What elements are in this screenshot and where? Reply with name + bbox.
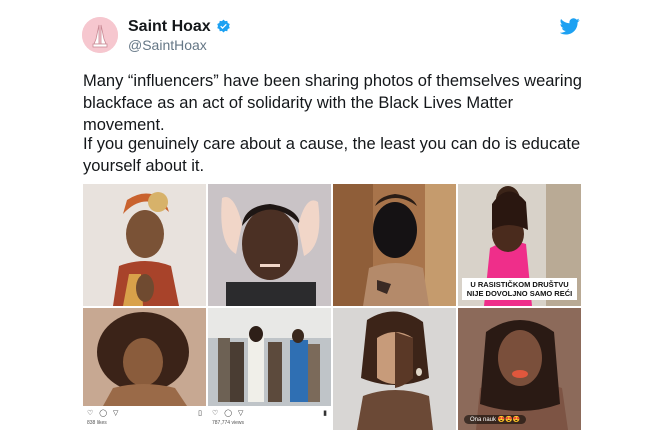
- author-name-row[interactable]: Saint Hoax: [128, 17, 231, 36]
- photo-3-image: [333, 184, 456, 306]
- photo-8-image: [458, 308, 581, 430]
- media-photo-6[interactable]: ♡ ◯ ▽ ▮ 787,774 views: [208, 308, 331, 430]
- photo-4-caption: U RASISTIČKOM DRUŠTVU NIJE DOVOLJNO SAMO…: [462, 278, 577, 300]
- photo-5-like-icon: ♡ ◯ ▽: [87, 410, 121, 417]
- avatar[interactable]: [82, 17, 118, 53]
- photo-2-image: [208, 184, 331, 306]
- photo-1-image: [83, 184, 206, 306]
- photo-6-bookmark-icon: ▮: [323, 410, 327, 417]
- photo-5-action-bar: ♡ ◯ ▽ ▯ 838 likes: [83, 406, 206, 430]
- photo-6-views: 787,774 views: [212, 420, 244, 426]
- media-photo-7[interactable]: [333, 308, 456, 430]
- media-photo-1[interactable]: [83, 184, 206, 306]
- verified-badge-icon: [216, 19, 230, 33]
- media-photo-3[interactable]: [333, 184, 456, 306]
- photo-8-caption-pill: Ona nauk 😍😍😍: [464, 415, 527, 424]
- media-grid: U RASISTIČKOM DRUŠTVU NIJE DOVOLJNO SAMO…: [83, 184, 581, 432]
- media-photo-2[interactable]: [208, 184, 331, 306]
- tweet-text-paragraph-1: Many “influencers” have been sharing pho…: [83, 72, 582, 134]
- photo-7-image: [333, 308, 456, 430]
- media-photo-8[interactable]: Ona nauk 😍😍😍: [458, 308, 581, 430]
- media-photo-4[interactable]: U RASISTIČKOM DRUŠTVU NIJE DOVOLJNO SAMO…: [458, 184, 581, 306]
- tweet-text-paragraph-2: If you genuinely care about a cause, the…: [83, 135, 581, 175]
- twitter-bird-icon[interactable]: [560, 18, 580, 35]
- photo-6-like-icon: ♡ ◯ ▽: [212, 410, 246, 417]
- author-name[interactable]: Saint Hoax: [128, 17, 211, 36]
- photo-5-bookmark-icon: ▯: [198, 410, 202, 417]
- author-handle[interactable]: @SaintHoax: [128, 37, 207, 54]
- photo-6-action-bar: ♡ ◯ ▽ ▮ 787,774 views: [208, 406, 331, 430]
- media-photo-5[interactable]: ♡ ◯ ▽ ▯ 838 likes: [83, 308, 206, 430]
- photo-5-likes: 838 likes: [87, 420, 107, 426]
- praying-hands-icon: [82, 17, 118, 53]
